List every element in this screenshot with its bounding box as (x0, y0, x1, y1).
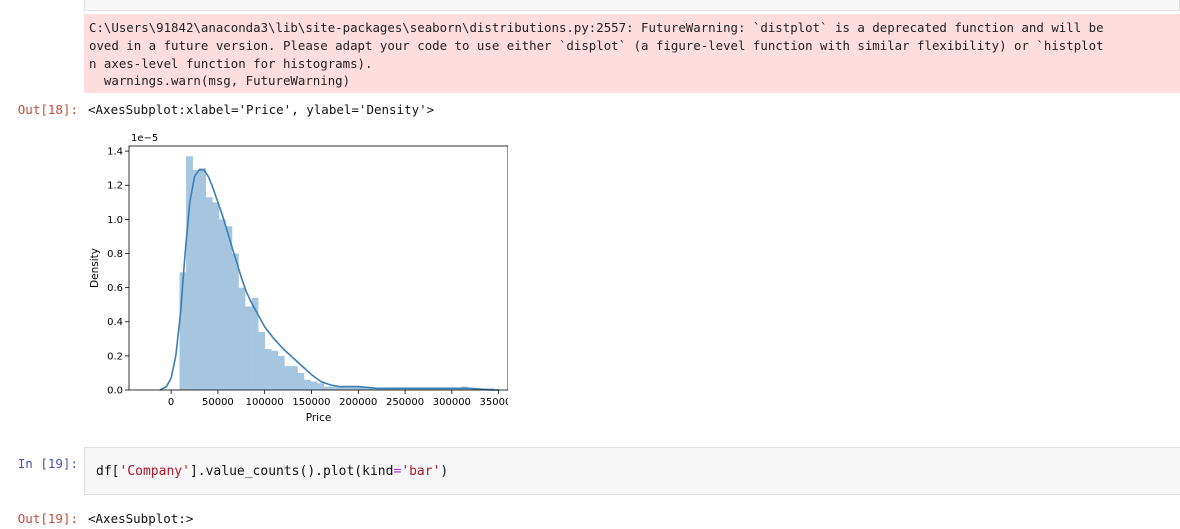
histogram-bar (251, 297, 259, 390)
warning-line: warnings.warn(msg, FutureWarning) (89, 73, 351, 89)
axes-repr-18: <AxesSubplot:xlabel='Price', ylabel='Den… (88, 102, 435, 117)
out-prompt-19: Out[19]: (17, 511, 78, 526)
y-tick-label: 0.8 (107, 249, 123, 260)
y-axis-label: Density (89, 248, 101, 288)
histogram-bar (264, 349, 272, 390)
x-axis-ticks: 0 50000 100000 150000 200000 250000 300000 3500… (168, 390, 508, 408)
code-string: 'Company' (119, 464, 190, 479)
histogram-bar (205, 197, 213, 390)
x-tick-label: 200000 (339, 397, 377, 408)
code-string: 'bar' (401, 464, 441, 479)
code-token: df[ (96, 464, 120, 479)
x-axis-label: Price (306, 412, 332, 424)
histogram-bar (323, 386, 331, 390)
warning-line: oved in a future version. Please adapt y… (89, 37, 1104, 53)
in-prompt-19: In [19]: (17, 456, 78, 471)
histogram-bar (277, 355, 285, 390)
code-token: ].value_counts().plot(kind (189, 464, 394, 479)
y-tick-label: 0.2 (107, 351, 123, 362)
histogram-bar (271, 350, 279, 390)
histogram-bar (297, 372, 305, 390)
code-cell-19[interactable]: df['Company'].value_counts().plot(kind='… (84, 447, 1180, 495)
warning-line: n axes-level function for histograms). (89, 55, 373, 71)
out-prompt-18: Out[18]: (17, 102, 78, 117)
x-tick-label: 350000 (480, 397, 508, 408)
y-tick-label: 1.0 (107, 215, 123, 226)
x-tick-label: 0 (168, 397, 174, 408)
histogram-bar (225, 226, 233, 390)
code-token: ) (440, 464, 449, 479)
previous-cell-bottom (84, 0, 1180, 11)
histogram-bars (179, 156, 495, 390)
x-tick-label: 150000 (292, 397, 330, 408)
histogram-bar (218, 219, 226, 390)
y-tick-label: 1.4 (107, 147, 123, 158)
x-tick-label: 100000 (246, 397, 284, 408)
histogram-bar (330, 386, 338, 390)
x-tick-label: 50000 (202, 397, 234, 408)
future-warning-output: C:\Users\91842\anaconda3\lib\site-packag… (84, 14, 1180, 93)
histogram-bar (212, 202, 220, 390)
y-tick-label: 0.4 (107, 317, 123, 328)
code-line[interactable]: df['Company'].value_counts().plot(kind='… (96, 463, 448, 480)
histogram-bar (192, 169, 200, 390)
histogram-bar (245, 306, 252, 390)
density-plot: 0 50000 100000 150000 200000 250000 300000 3500… (89, 133, 508, 424)
histogram-bar (238, 287, 246, 390)
histogram-bar (284, 366, 292, 390)
histogram-bar (303, 379, 311, 390)
y-tick-label: 1.2 (107, 181, 123, 192)
x-tick-label: 300000 (433, 397, 471, 408)
histogram-bar (310, 381, 318, 390)
y-tick-label: 0.0 (107, 386, 123, 397)
x-tick-label: 250000 (386, 397, 424, 408)
y-tick-label: 0.6 (107, 283, 123, 294)
axes-repr-19: <AxesSubplot:> (88, 511, 194, 526)
warning-line: C:\Users\91842\anaconda3\lib\site-packag… (89, 20, 1104, 35)
histogram-bar (317, 383, 324, 390)
histogram-bar (290, 366, 298, 390)
histogram-bar (258, 331, 265, 390)
histogram-bar (199, 168, 207, 390)
y-axis-ticks: 0.0 0.2 0.4 0.6 0.8 1.0 1.2 1.4 (107, 147, 129, 397)
y-offset-text: 1e−5 (131, 133, 158, 144)
histogram-bar (231, 253, 239, 390)
